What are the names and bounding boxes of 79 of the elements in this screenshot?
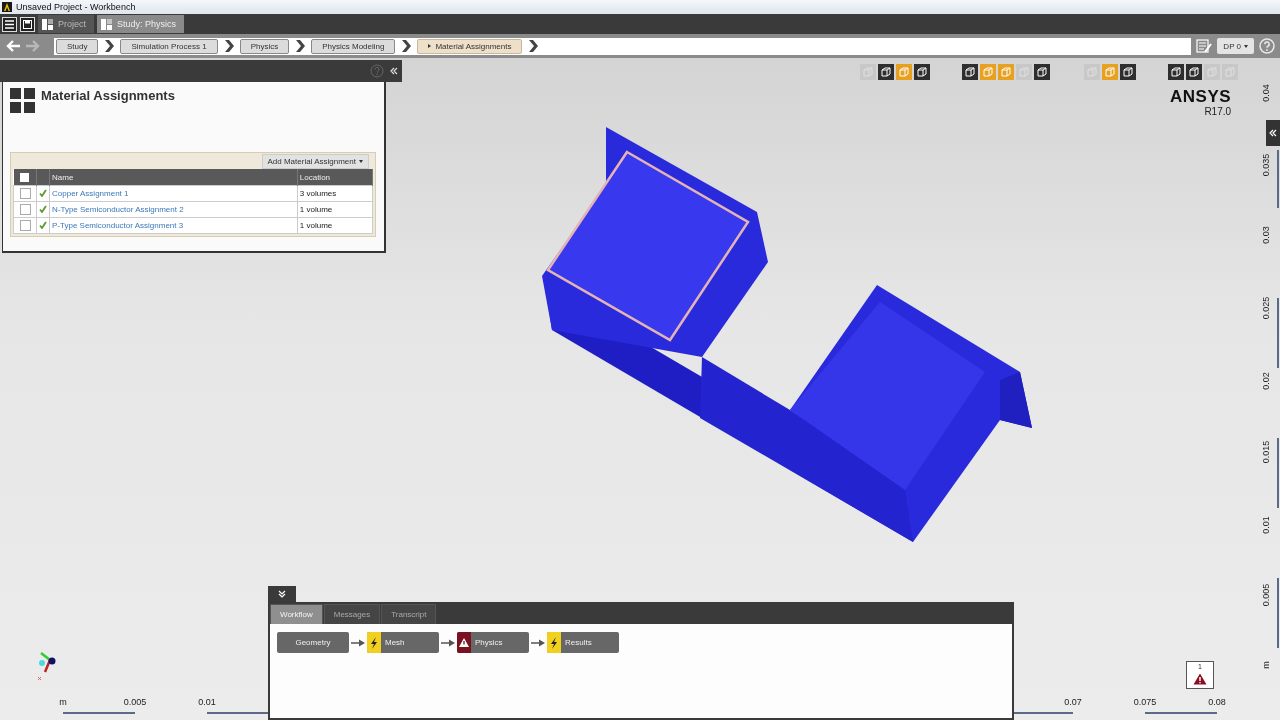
ruler-label: 0.005: [123, 697, 147, 707]
workflow-step[interactable]: Physics: [457, 632, 529, 653]
arrow-icon: [531, 638, 545, 647]
ruler-label: 0.01: [1261, 515, 1271, 536]
window-title: Unsaved Project - Workbench: [16, 2, 136, 12]
panel-title: Material Assignments: [41, 88, 175, 105]
column-header: Location: [297, 169, 373, 186]
breadcrumb[interactable]: Study: [56, 38, 99, 54]
double-chevron-icon: [1269, 129, 1277, 137]
page-icon: [42, 18, 53, 30]
arrow-icon: [351, 638, 365, 647]
workflow-step[interactable]: Results: [547, 632, 619, 653]
cube-icon[interactable]: [914, 64, 930, 80]
table-cell: 1 volume: [297, 217, 373, 234]
ruler-label: 0.03: [1261, 225, 1271, 246]
project-tab[interactable]: Study: Physics: [97, 15, 185, 33]
table-cell: 1 volume: [297, 201, 373, 218]
ruler-label: 0.01: [198, 697, 216, 707]
chevron-icon: [223, 40, 234, 52]
ruler-label: 0.025: [1261, 295, 1271, 322]
ruler-label: 0.035: [1261, 152, 1271, 179]
chevron-icon: [401, 40, 412, 52]
help-icon[interactable]: [370, 64, 384, 78]
collapse-tab[interactable]: [268, 586, 296, 602]
brand-logo: ANSYS: [1170, 88, 1232, 106]
cube-icon[interactable]: [1168, 64, 1184, 80]
breadcrumb[interactable]: Material Assignments: [417, 38, 523, 54]
app-logo-icon: [2, 2, 12, 12]
workflow-step[interactable]: Mesh: [367, 632, 439, 653]
chevron-icon: [104, 40, 115, 52]
column-header: Name: [49, 169, 298, 186]
save-icon[interactable]: [20, 16, 35, 32]
arrow-icon: [441, 638, 455, 647]
ruler-label: m: [1261, 660, 1271, 671]
breadcrumb[interactable]: Physics Modeling: [311, 38, 396, 54]
warning-icon: [1193, 673, 1207, 685]
table-cell: 3 volumes: [297, 185, 373, 202]
page-icon: [101, 18, 112, 30]
cube-icon[interactable]: [1186, 64, 1202, 80]
warning-icon: [457, 632, 471, 653]
chevron-icon: [528, 40, 539, 52]
panel-tab[interactable]: Transcript: [381, 604, 437, 624]
assignment-link[interactable]: Copper Assignment 1: [52, 189, 129, 198]
ruler-label: 0.08: [1208, 697, 1226, 707]
dp-dropdown[interactable]: DP 0: [1217, 38, 1254, 54]
forward-arrow-icon[interactable]: [24, 38, 42, 54]
cube-icon[interactable]: [878, 64, 894, 80]
row-checkbox[interactable]: [19, 204, 31, 215]
ruler-label: 0.075: [1133, 697, 1157, 707]
breadcrumb[interactable]: Physics: [239, 38, 290, 54]
row-checkbox[interactable]: [19, 188, 31, 199]
ruler-label: 0.02: [1261, 371, 1271, 392]
version-label: R17.0: [1204, 106, 1232, 117]
cube-icon[interactable]: [962, 64, 978, 80]
ruler-label: 0.04: [1261, 83, 1271, 104]
ruler-label: 0.005: [1261, 582, 1271, 609]
chevron-icon: [295, 40, 306, 52]
ruler-label: 0.07: [1064, 697, 1082, 707]
collapse-tab[interactable]: [1266, 120, 1280, 146]
lightning-icon: [367, 632, 381, 653]
panel-tab[interactable]: Workflow: [270, 604, 323, 624]
double-chevron-icon: [278, 590, 286, 598]
project-tab[interactable]: Project: [38, 15, 94, 33]
panel-tab[interactable]: Messages: [323, 604, 381, 624]
back-arrow-icon[interactable]: [4, 38, 22, 54]
list-icon[interactable]: [2, 16, 17, 32]
row-checkbox[interactable]: [19, 220, 31, 231]
grid-icon: [10, 88, 35, 113]
lightning-icon: [547, 632, 561, 653]
ruler-label: 0.015: [1261, 439, 1271, 466]
workflow-step[interactable]: Geometry: [277, 632, 349, 653]
cube-icon[interactable]: [1034, 64, 1050, 80]
edit-list-icon[interactable]: [1196, 38, 1213, 54]
select-all-checkbox[interactable]: [20, 172, 30, 182]
add-assignment-dropdown[interactable]: Add Material Assignment: [261, 154, 369, 169]
collapse-icon[interactable]: [390, 67, 398, 75]
cube-icon[interactable]: [1120, 64, 1136, 80]
breadcrumb[interactable]: Simulation Process 1: [120, 38, 218, 54]
ruler-label: m: [59, 697, 67, 707]
